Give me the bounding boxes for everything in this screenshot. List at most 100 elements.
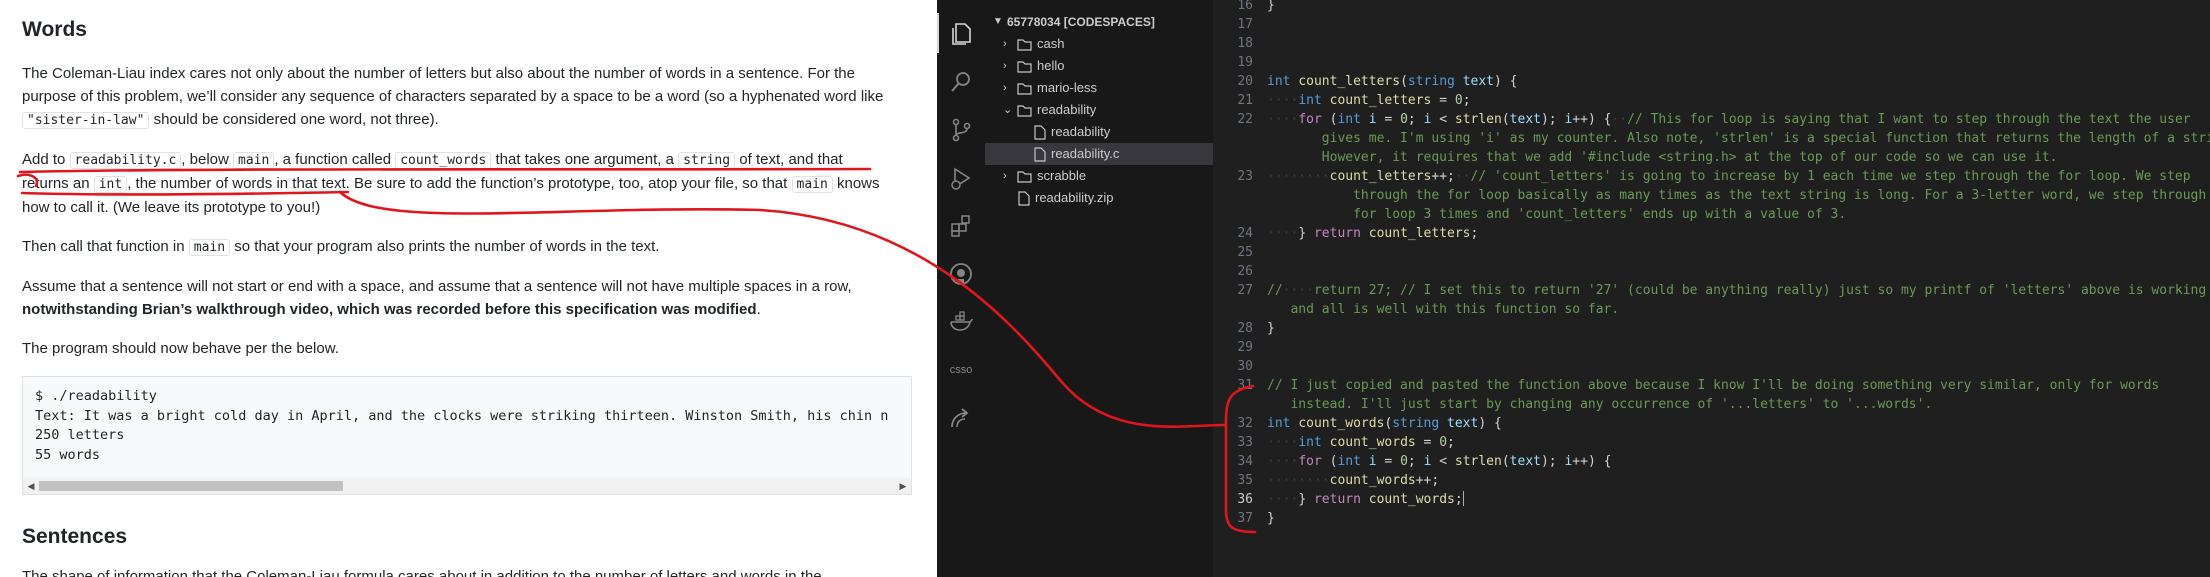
file-explorer: ▼ 65778034 [CODESPACES] › cash › hello › mari… <box>985 0 1213 577</box>
tree-item-label: readability.zip <box>1035 190 1114 205</box>
line-number: 26 <box>1237 264 1253 279</box>
code-line[interactable]: 20 int count_letters(string text) { <box>1213 72 2210 91</box>
tree-item-label: readability.c <box>1051 146 1120 161</box>
chevron-right-icon: › <box>1003 82 1007 94</box>
code-line[interactable]: 24 ····} return count_letters; <box>1213 224 2210 243</box>
folder-icon <box>1017 61 1032 73</box>
docker-icon[interactable] <box>937 302 985 342</box>
code-line[interactable]: 21 ····int count_letters = 0; <box>1213 91 2210 110</box>
words-heading: Words <box>22 18 87 41</box>
scrollbar-thumb[interactable] <box>39 481 343 491</box>
code-line[interactable]: 30 <box>1213 357 2210 376</box>
code-text: int count_letters(string text) { <box>1267 74 1518 89</box>
code-line[interactable]: 28} <box>1213 319 2210 338</box>
tree-item-label: readability <box>1051 124 1111 139</box>
tree-item[interactable]: › mario-less <box>985 77 1213 99</box>
code-text: } <box>1267 321 1275 336</box>
code-line[interactable]: 16} <box>1213 0 2210 15</box>
line-number: 24 <box>1237 226 1253 241</box>
line-number: 16 <box>1237 0 1253 13</box>
sample-output-codeblock: $ ./readability Text: It was a bright co… <box>22 376 912 495</box>
line-number: 31 <box>1237 378 1253 393</box>
tree-item[interactable]: readability <box>985 121 1213 143</box>
line-number: 19 <box>1237 55 1253 70</box>
csso-icon[interactable]: csso <box>937 350 985 390</box>
code-text: ········count_words++; <box>1267 473 1440 488</box>
code-text: for loop 3 times and 'count_letters' end… <box>1267 207 1847 222</box>
code-line[interactable]: for loop 3 times and 'count_letters' end… <box>1213 205 2210 224</box>
code-line[interactable]: 31 // I just copied and pasted the functi… <box>1213 376 2210 395</box>
code-line[interactable]: instead. I'll just start by changing any… <box>1213 395 2210 414</box>
folder-open-icon <box>1017 105 1032 117</box>
paragraph-cut-off: The shape of information that the Colema… <box>22 568 822 577</box>
tree-item[interactable]: ⌄ readability <box>985 99 1213 121</box>
code-text: //····return 27; // I set this to return… <box>1267 283 2207 298</box>
code-line[interactable]: However, it requires that we add '#inclu… <box>1213 148 2210 167</box>
tree-item-label: hello <box>1037 58 1065 73</box>
scroll-left-icon[interactable]: ◀ <box>23 478 39 494</box>
code-line[interactable]: 23 ········count_letters++;··// 'count_le… <box>1213 167 2210 186</box>
code-line[interactable]: and all is well with this function so fa… <box>1213 300 2210 319</box>
spec-document: Words The Coleman-Liau index cares not o… <box>0 0 937 577</box>
inline-code: string <box>678 152 736 169</box>
code-line[interactable]: 22 ····for (int i = 0; i < strlen(text); … <box>1213 110 2210 129</box>
code-line[interactable]: gives me. I'm using 'i' as my counter. A… <box>1213 129 2210 148</box>
line-number: 36 <box>1237 492 1253 507</box>
code-line[interactable]: 19 <box>1213 53 2210 72</box>
file-icon <box>1034 125 1046 140</box>
line-number: 22 <box>1237 112 1253 127</box>
tree-item[interactable]: › scrabble <box>985 165 1213 187</box>
code-line[interactable]: 17 <box>1213 15 2210 34</box>
run-debug-icon[interactable] <box>937 158 985 198</box>
line-number: 21 <box>1237 93 1253 108</box>
code-line[interactable]: 29 <box>1213 338 2210 357</box>
line-number: 18 <box>1237 36 1253 51</box>
paragraph-call-function: Then call that function in main so that … <box>22 238 660 256</box>
code-line[interactable]: 36 ····} return count_words; <box>1213 490 2210 509</box>
tree-item[interactable]: readability.zip <box>985 187 1213 209</box>
code-line[interactable]: 18 <box>1213 34 2210 53</box>
code-text: } <box>1267 0 1275 13</box>
paragraph-add-function: Add to readability.c, below main, a func… <box>22 151 880 216</box>
line-number: 35 <box>1237 473 1253 488</box>
code-line[interactable]: 35 ········count_words++; <box>1213 471 2210 490</box>
inline-code: main <box>188 239 231 256</box>
code-text: and all is well with this function so fa… <box>1267 302 1620 317</box>
code-editor[interactable]: 16} 17 18 19 20 int count_letters(string text… <box>1213 0 2210 577</box>
source-control-icon[interactable] <box>937 110 985 150</box>
code-line[interactable]: 37} <box>1213 509 2210 528</box>
tree-item[interactable]: readability.c <box>985 143 1213 165</box>
horizontal-scrollbar[interactable]: ◀ ▶ <box>23 478 911 494</box>
code-line[interactable]: 34 ····for (int i = 0; i < strlen(text); … <box>1213 452 2210 471</box>
code-line[interactable]: through the for loop basically as many t… <box>1213 186 2210 205</box>
extensions-icon[interactable] <box>937 206 985 246</box>
code-text: ····} return count_words; <box>1267 491 1464 507</box>
tree-item[interactable]: › cash <box>985 33 1213 55</box>
line-number: 23 <box>1237 169 1253 184</box>
code-line[interactable]: 32 int count_words(string text) { <box>1213 414 2210 433</box>
line-number: 20 <box>1237 74 1253 89</box>
remote-icon[interactable] <box>937 398 985 438</box>
text-cursor <box>1462 491 1464 506</box>
code-text: } <box>1267 511 1275 526</box>
code-line[interactable]: 26 <box>1213 262 2210 281</box>
code-text: ····for (int i = 0; i < strlen(text); i+… <box>1267 112 2191 127</box>
code-line[interactable]: 25 <box>1213 243 2210 262</box>
code-line[interactable]: 33 ····int count_words = 0; <box>1213 433 2210 452</box>
tree-item[interactable]: › hello <box>985 55 1213 77</box>
files-icon[interactable] <box>937 13 985 53</box>
line-number: 27 <box>1237 283 1253 298</box>
scroll-right-icon[interactable]: ▶ <box>895 478 911 494</box>
workspace-root[interactable]: ▼ 65778034 [CODESPACES] <box>985 11 1213 33</box>
sentences-heading: Sentences <box>22 525 128 548</box>
line-number: 37 <box>1237 511 1253 526</box>
inline-code: "sister-in-law" <box>22 112 150 129</box>
code-line[interactable]: 27 //····return 27; // I set this to retu… <box>1213 281 2210 300</box>
code-text: through the for loop basically as many t… <box>1267 188 2210 203</box>
search-icon[interactable] <box>937 62 985 102</box>
line-number: 34 <box>1237 454 1253 469</box>
inline-code: readability.c <box>69 152 182 169</box>
line-number: 32 <box>1237 416 1253 431</box>
code-text: However, it requires that we add '#inclu… <box>1267 150 2058 165</box>
github-icon[interactable] <box>937 254 985 294</box>
